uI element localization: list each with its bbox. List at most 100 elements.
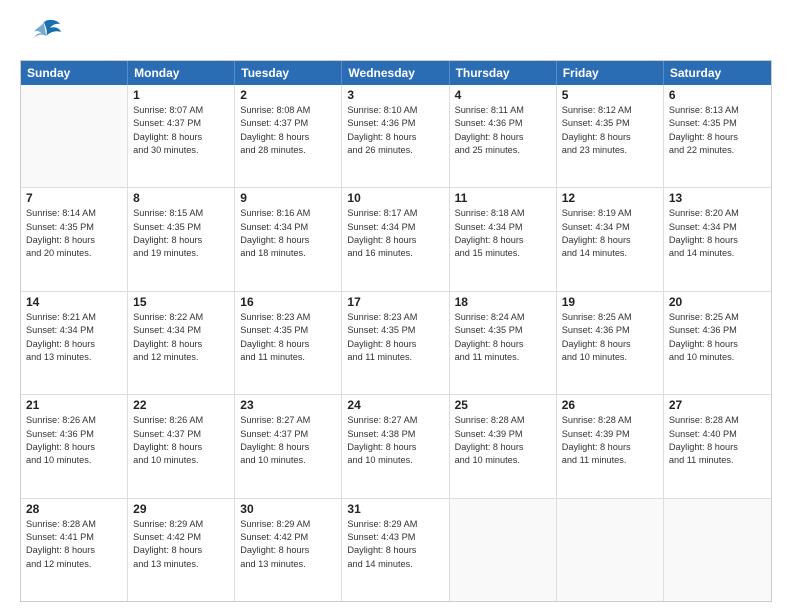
day-number: 8 [133,191,229,205]
cell-info-line: Sunrise: 8:28 AM [26,518,122,531]
calendar-cell: 17Sunrise: 8:23 AMSunset: 4:35 PMDayligh… [342,292,449,394]
cell-info-line: Sunset: 4:36 PM [347,117,443,130]
cell-info-line: Daylight: 8 hours [133,131,229,144]
cell-info-line: and 28 minutes. [240,144,336,157]
day-number: 1 [133,88,229,102]
day-number: 13 [669,191,766,205]
day-number: 2 [240,88,336,102]
calendar: SundayMondayTuesdayWednesdayThursdayFrid… [20,60,772,602]
cell-info-line: Daylight: 8 hours [562,441,658,454]
calendar-cell: 6Sunrise: 8:13 AMSunset: 4:35 PMDaylight… [664,85,771,187]
cell-info-line: Sunset: 4:36 PM [562,324,658,337]
cell-info-line: Sunset: 4:34 PM [26,324,122,337]
header-day-saturday: Saturday [664,61,771,85]
cell-info-line: Daylight: 8 hours [26,234,122,247]
calendar-cell: 8 Sunrise: 8:15 AMSunset: 4:35 PMDaylight… [128,188,235,290]
cell-info-line: Daylight: 8 hours [240,441,336,454]
cell-info-line: Daylight: 8 hours [240,234,336,247]
header-day-sunday: Sunday [21,61,128,85]
calendar-cell: 4Sunrise: 8:11 AMSunset: 4:36 PMDaylight… [450,85,557,187]
cell-info-line: and 10 minutes. [669,351,766,364]
cell-info-line: Daylight: 8 hours [26,338,122,351]
day-number: 10 [347,191,443,205]
cell-info-line: Sunset: 4:37 PM [133,428,229,441]
cell-info-line: Sunrise: 8:19 AM [562,207,658,220]
calendar-cell: 21Sunrise: 8:26 AMSunset: 4:36 PMDayligh… [21,395,128,497]
cell-info-line: Sunrise: 8:26 AM [133,414,229,427]
header-day-wednesday: Wednesday [342,61,449,85]
page: SundayMondayTuesdayWednesdayThursdayFrid… [0,0,792,612]
cell-info-line: Sunset: 4:39 PM [562,428,658,441]
calendar-cell: 22Sunrise: 8:26 AMSunset: 4:37 PMDayligh… [128,395,235,497]
cell-info-line: and 30 minutes. [133,144,229,157]
cell-info-line: Sunrise: 8:26 AM [26,414,122,427]
cell-info-line: Sunrise: 8:08 AM [240,104,336,117]
cell-info-line: Sunset: 4:34 PM [347,221,443,234]
calendar-cell: 1 Sunrise: 8:07 AMSunset: 4:37 PMDaylight… [128,85,235,187]
cell-info-line: Sunset: 4:41 PM [26,531,122,544]
cell-info-line: Sunset: 4:34 PM [133,324,229,337]
day-number: 25 [455,398,551,412]
cell-info-line: and 12 minutes. [133,351,229,364]
cell-info-line: Daylight: 8 hours [562,131,658,144]
cell-info-line: Daylight: 8 hours [669,131,766,144]
cell-info-line: Sunset: 4:35 PM [455,324,551,337]
cell-info-line: Sunrise: 8:23 AM [347,311,443,324]
cell-info-line: Daylight: 8 hours [455,338,551,351]
day-number: 3 [347,88,443,102]
calendar-cell: 7Sunrise: 8:14 AMSunset: 4:35 PMDaylight… [21,188,128,290]
cell-info-line: Sunset: 4:34 PM [455,221,551,234]
calendar-week-3: 14Sunrise: 8:21 AMSunset: 4:34 PMDayligh… [21,291,771,394]
cell-info-line: Daylight: 8 hours [455,131,551,144]
cell-info-line: Sunset: 4:36 PM [455,117,551,130]
day-number: 12 [562,191,658,205]
cell-info-line: Sunrise: 8:07 AM [133,104,229,117]
calendar-cell: 24Sunrise: 8:27 AMSunset: 4:38 PMDayligh… [342,395,449,497]
cell-info-line: and 10 minutes. [347,454,443,467]
cell-info-line: Sunset: 4:36 PM [669,324,766,337]
cell-info-line: Sunrise: 8:16 AM [240,207,336,220]
cell-info-line: Daylight: 8 hours [669,441,766,454]
day-number: 19 [562,295,658,309]
cell-info-line: and 10 minutes. [240,454,336,467]
cell-info-line: and 10 minutes. [26,454,122,467]
calendar-week-4: 21Sunrise: 8:26 AMSunset: 4:36 PMDayligh… [21,394,771,497]
day-number: 26 [562,398,658,412]
calendar-cell: 30Sunrise: 8:29 AMSunset: 4:42 PMDayligh… [235,499,342,601]
cell-info-line: Sunrise: 8:10 AM [347,104,443,117]
day-number: 20 [669,295,766,309]
cell-info-line: Sunset: 4:34 PM [562,221,658,234]
day-number: 7 [26,191,122,205]
header [20,18,772,50]
cell-info-line: Daylight: 8 hours [133,234,229,247]
calendar-week-5: 28Sunrise: 8:28 AMSunset: 4:41 PMDayligh… [21,498,771,601]
calendar-cell: 11Sunrise: 8:18 AMSunset: 4:34 PMDayligh… [450,188,557,290]
cell-info-line: Sunset: 4:42 PM [240,531,336,544]
cell-info-line: Daylight: 8 hours [26,544,122,557]
cell-info-line: and 20 minutes. [26,247,122,260]
calendar-cell: 31Sunrise: 8:29 AMSunset: 4:43 PMDayligh… [342,499,449,601]
cell-info-line: Sunrise: 8:25 AM [562,311,658,324]
cell-info-line: and 14 minutes. [562,247,658,260]
cell-info-line: and 22 minutes. [669,144,766,157]
day-number: 30 [240,502,336,516]
cell-info-line: Sunset: 4:36 PM [26,428,122,441]
calendar-cell: 27Sunrise: 8:28 AMSunset: 4:40 PMDayligh… [664,395,771,497]
cell-info-line: Sunrise: 8:11 AM [455,104,551,117]
cell-info-line: Sunrise: 8:12 AM [562,104,658,117]
calendar-week-2: 7Sunrise: 8:14 AMSunset: 4:35 PMDaylight… [21,187,771,290]
cell-info-line: Daylight: 8 hours [455,441,551,454]
cell-info-line: Sunset: 4:40 PM [669,428,766,441]
calendar-cell [21,85,128,187]
cell-info-line: Sunset: 4:35 PM [26,221,122,234]
calendar-cell: 26Sunrise: 8:28 AMSunset: 4:39 PMDayligh… [557,395,664,497]
cell-info-line: Sunset: 4:37 PM [133,117,229,130]
cell-info-line: Sunrise: 8:15 AM [133,207,229,220]
day-number: 24 [347,398,443,412]
day-number: 5 [562,88,658,102]
calendar-cell: 13Sunrise: 8:20 AMSunset: 4:34 PMDayligh… [664,188,771,290]
cell-info-line: and 12 minutes. [26,558,122,571]
calendar-cell: 5Sunrise: 8:12 AMSunset: 4:35 PMDaylight… [557,85,664,187]
cell-info-line: Sunset: 4:35 PM [133,221,229,234]
cell-info-line: and 10 minutes. [133,454,229,467]
